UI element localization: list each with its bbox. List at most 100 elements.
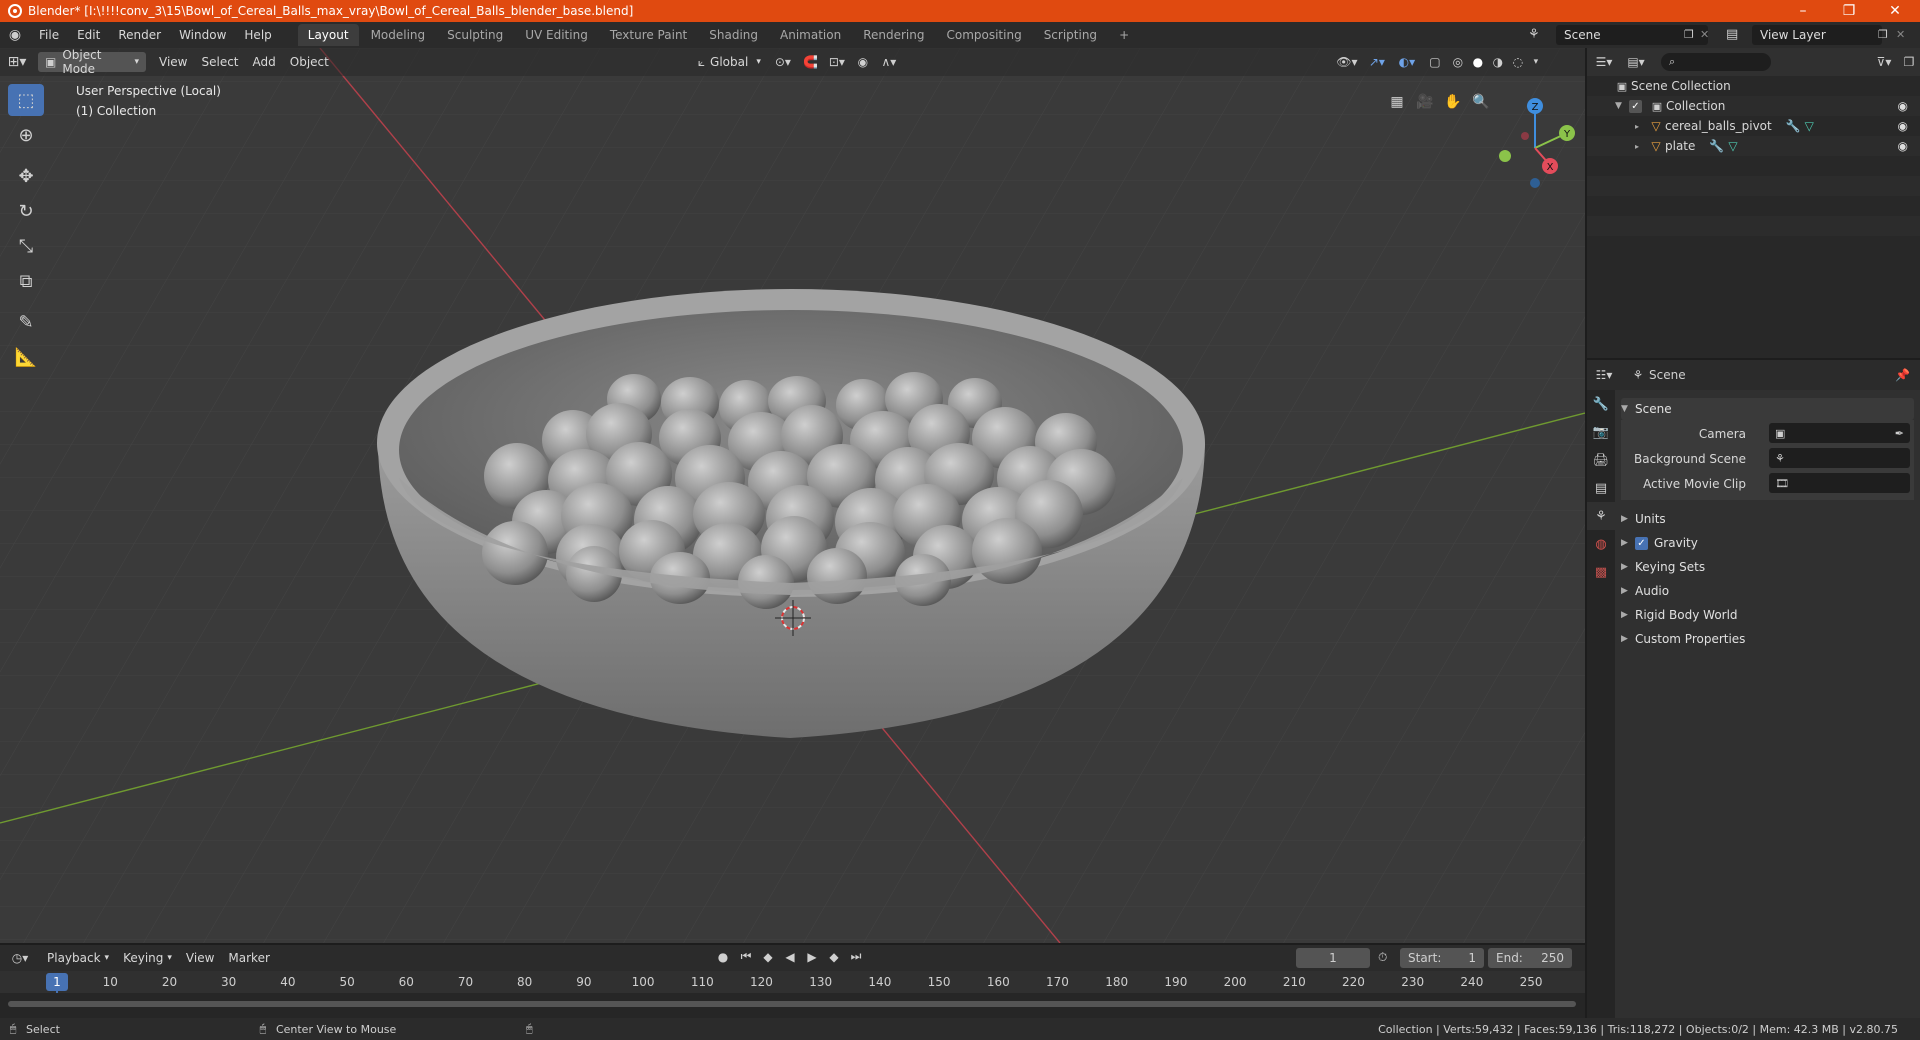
timeline-menu-marker[interactable]: Marker: [221, 948, 276, 968]
background-scene-field[interactable]: ⚘: [1769, 448, 1910, 468]
record-icon[interactable]: ●: [712, 949, 734, 964]
tab-world[interactable]: ◍: [1587, 530, 1615, 558]
new-collection-icon[interactable]: ❐: [1898, 55, 1920, 69]
wireframe-shading-icon[interactable]: ◎: [1448, 55, 1468, 69]
3d-viewport[interactable]: ⊞▾ ▣ Object Mode ▾ View Select Add Objec…: [0, 48, 1585, 943]
annotate-tool[interactable]: ✎: [8, 306, 44, 338]
snap-target-icon[interactable]: ⊡▾: [824, 55, 850, 69]
menu-window[interactable]: Window: [170, 28, 235, 42]
timeline-menu-keying[interactable]: Keying ▾: [116, 948, 179, 968]
timeline-menu-view[interactable]: View: [179, 948, 221, 968]
tab-compositing[interactable]: Compositing: [936, 24, 1031, 46]
material-shading-icon[interactable]: ◑: [1488, 55, 1508, 69]
outliner-row-scene-collection[interactable]: ▣ Scene Collection: [1587, 76, 1920, 96]
panel-rigid-body-world-header[interactable]: ▶ Rigid Body World: [1621, 604, 1914, 626]
camera-field[interactable]: ▣ ✒: [1769, 423, 1910, 443]
outliner-search-input[interactable]: ⌕: [1661, 53, 1771, 71]
play-reverse-icon[interactable]: ◀: [780, 949, 800, 964]
object-mode-dropdown[interactable]: ▣ Object Mode ▾: [38, 48, 146, 76]
delete-view-layer-icon[interactable]: ✕: [1896, 28, 1905, 41]
tab-render[interactable]: 📷: [1587, 418, 1615, 446]
outliner-editor-type-icon[interactable]: ☰▾: [1587, 55, 1621, 69]
menu-render[interactable]: Render: [109, 28, 170, 42]
timeline-track[interactable]: [0, 993, 1585, 1018]
rendered-shading-icon[interactable]: ◌: [1508, 55, 1528, 69]
expand-arrow-icon[interactable]: ▼: [1615, 101, 1629, 111]
tab-animation[interactable]: Animation: [770, 24, 851, 46]
outliner-row-plate[interactable]: ▸ ▽ plate 🔧 ▽ ◉: [1587, 136, 1920, 156]
view-layer-selector[interactable]: View Layer: [1752, 25, 1882, 45]
new-view-layer-icon[interactable]: ❐: [1878, 28, 1888, 41]
properties-editor-type-icon[interactable]: ☷▾: [1587, 368, 1621, 382]
timeline-ruler[interactable]: 1 10 20 30 40 50 60 70 80 90 100 110 120 130 140 150 160…: [0, 971, 1585, 1021]
tab-layout[interactable]: Layout: [297, 24, 359, 46]
blender-menu-icon[interactable]: ◉: [0, 27, 30, 43]
tab-texture-paint[interactable]: Texture Paint: [600, 24, 697, 46]
cursor-tool[interactable]: ⊕: [8, 119, 44, 151]
tab-rendering[interactable]: Rendering: [853, 24, 934, 46]
viewport-menu-view[interactable]: View: [152, 52, 194, 72]
viewport-menu-object[interactable]: Object: [283, 52, 336, 72]
tab-uv-editing[interactable]: UV Editing: [515, 24, 598, 46]
gravity-checkbox[interactable]: ✓: [1635, 536, 1648, 550]
solid-shading-icon[interactable]: ●: [1468, 55, 1488, 69]
panel-gravity-header[interactable]: ▶ ✓ Gravity: [1621, 532, 1914, 554]
transform-orientation-dropdown[interactable]: ⟀ Global ▾: [691, 52, 768, 72]
panel-custom-properties-header[interactable]: ▶ Custom Properties: [1621, 628, 1914, 650]
view-layer-icon[interactable]: ▤: [1726, 27, 1738, 42]
transform-tool[interactable]: ⧉: [8, 265, 44, 297]
editor-type-icon[interactable]: ⊞▾: [0, 54, 34, 70]
panel-units-header[interactable]: ▶ Units: [1621, 508, 1914, 530]
move-tool[interactable]: ✥: [8, 160, 44, 192]
eye-icon[interactable]: ◉: [1898, 119, 1908, 133]
camera-view-icon[interactable]: 🎥: [1411, 88, 1439, 116]
pin-icon[interactable]: 📌: [1895, 368, 1910, 382]
panel-keying-sets-header[interactable]: ▶ Keying Sets: [1621, 556, 1914, 578]
collection-checkbox[interactable]: ✓: [1629, 99, 1642, 113]
delete-scene-icon[interactable]: ✕: [1700, 28, 1709, 41]
start-frame-field[interactable]: Start: 1: [1400, 948, 1484, 968]
visibility-icon[interactable]: 👁▾: [1332, 55, 1362, 69]
filter-icon[interactable]: ⊽▾: [1870, 55, 1898, 69]
select-box-tool[interactable]: ⬚: [8, 84, 44, 116]
tab-tool[interactable]: 🔧: [1587, 390, 1615, 418]
tab-texture[interactable]: ▩: [1587, 558, 1615, 586]
pivot-point-icon[interactable]: ⊙▾: [768, 55, 798, 69]
expand-arrow-icon[interactable]: ▸: [1635, 122, 1647, 131]
tab-scripting[interactable]: Scripting: [1034, 24, 1107, 46]
close-button[interactable]: ✕: [1872, 0, 1918, 22]
tab-shading[interactable]: Shading: [699, 24, 768, 46]
navigation-gizmo[interactable]: Z Y X: [1485, 88, 1585, 208]
viewport-menu-select[interactable]: Select: [194, 52, 245, 72]
scene-icon[interactable]: ⚘: [1528, 27, 1540, 42]
tab-scene[interactable]: ⚘: [1587, 502, 1615, 530]
xray-icon[interactable]: ▢: [1422, 55, 1448, 69]
outliner-row-cereal-balls-pivot[interactable]: ▸ ▽ cereal_balls_pivot 🔧 ▽ ◉: [1587, 116, 1920, 136]
timeline-menu-playback[interactable]: Playback ▾: [40, 948, 116, 968]
panel-audio-header[interactable]: ▶ Audio: [1621, 580, 1914, 602]
tab-sculpting[interactable]: Sculpting: [437, 24, 513, 46]
snap-icon[interactable]: 🧲: [798, 55, 824, 69]
pan-hand-icon[interactable]: ✋: [1439, 88, 1467, 116]
current-frame-field[interactable]: 1: [1296, 948, 1370, 968]
end-frame-field[interactable]: End: 250: [1488, 948, 1572, 968]
timeline-editor-type-icon[interactable]: ◷▾: [0, 951, 40, 965]
jump-start-icon[interactable]: ⏮: [736, 949, 756, 964]
eye-icon[interactable]: ◉: [1898, 99, 1908, 113]
stopwatch-icon[interactable]: ⏱: [1378, 950, 1387, 965]
maximize-button[interactable]: ❐: [1826, 0, 1872, 22]
prev-keyframe-icon[interactable]: ◆: [758, 949, 778, 964]
viewport-menu-add[interactable]: Add: [246, 52, 283, 72]
menu-edit[interactable]: Edit: [68, 28, 109, 42]
eyedropper-icon[interactable]: ✒: [1895, 427, 1904, 440]
falloff-icon[interactable]: ∧▾: [876, 55, 902, 69]
minimize-button[interactable]: –: [1780, 0, 1826, 22]
overlay-toggle-icon[interactable]: ◐▾: [1392, 55, 1422, 69]
gizmo-toggle-icon[interactable]: ↗▾: [1362, 55, 1392, 69]
proportional-edit-icon[interactable]: ◉: [850, 55, 876, 69]
add-workspace-button[interactable]: +: [1109, 24, 1139, 46]
rotate-tool[interactable]: ↻: [8, 195, 44, 227]
tab-output[interactable]: 🖨: [1587, 446, 1615, 474]
expand-arrow-icon[interactable]: ▸: [1635, 142, 1647, 151]
eye-icon[interactable]: ◉: [1898, 139, 1908, 153]
